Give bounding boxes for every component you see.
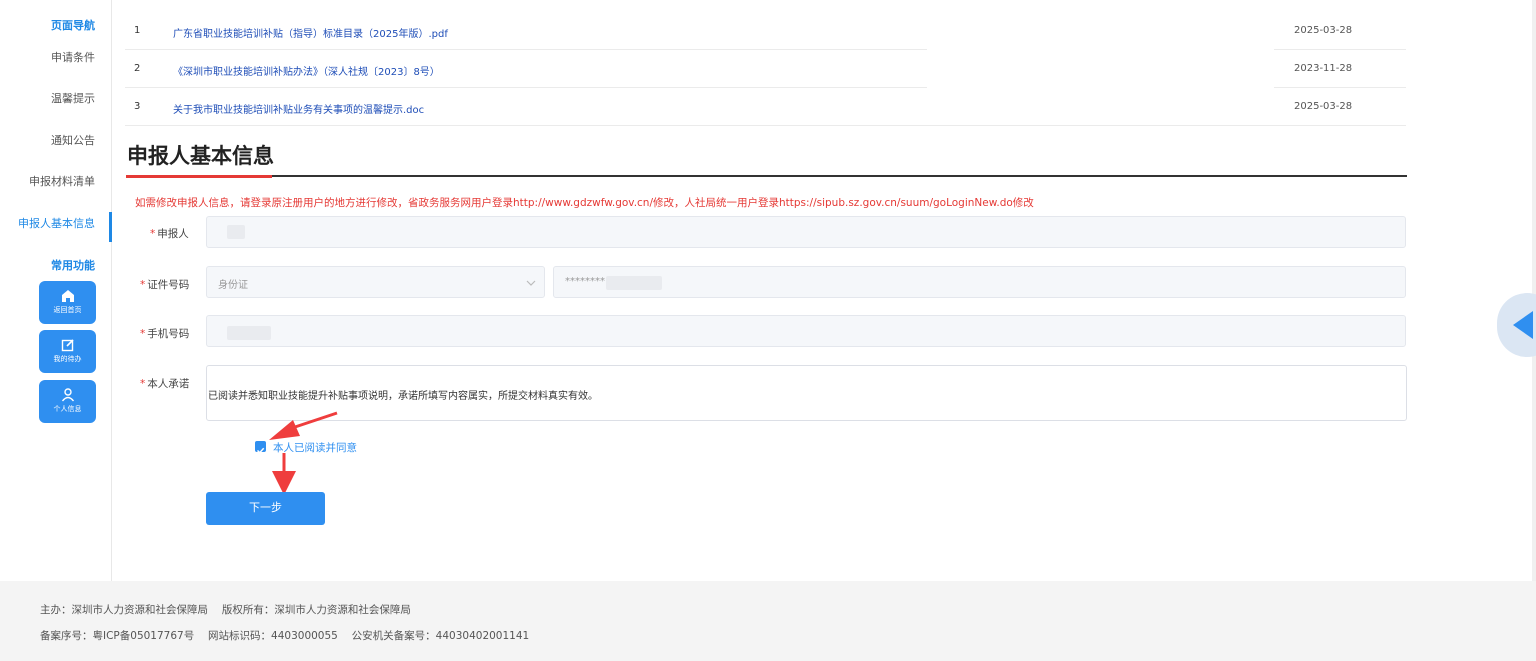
id-type-select[interactable]: 身份证 <box>206 266 545 298</box>
required-mark: * <box>140 328 146 340</box>
section-accent-line <box>126 175 272 178</box>
id-label: * 证件号码 <box>140 277 189 292</box>
collapse-side-tab[interactable] <box>1497 293 1536 357</box>
required-mark: * <box>150 228 156 240</box>
required-mark: * <box>140 279 146 291</box>
personal-info-button[interactable]: 个人信息 <box>39 380 96 423</box>
id-label-text: 证件号码 <box>147 279 190 291</box>
document-row: 3 关于我市职业技能培训补贴业务有关事项的温馨提示.doc 2025-03-28 <box>125 88 1406 126</box>
home-button-label: 返回首页 <box>53 306 82 314</box>
section-title: 申报人基本信息 <box>127 144 274 168</box>
footer-line-2: 备案序号：粤ICP备05017767号 网站标识码：4403000055 公安机… <box>40 630 530 642</box>
common-heading: 常用功能 <box>51 259 95 272</box>
doc-date: 2025-03-28 <box>1294 101 1353 112</box>
scrollbar[interactable] <box>1532 0 1536 581</box>
my-todo-button[interactable]: 我的待办 <box>39 330 96 373</box>
promise-textarea[interactable]: 已阅读并悉知职业技能提升补贴事项说明，承诺所填写内容属实，所提交材料真实有效。 <box>206 365 1407 421</box>
sidebar-nav: 页面导航 申请条件 温馨提示 通知公告 申报材料清单 申报人基本信息 常用功能 … <box>0 0 112 581</box>
doc-link[interactable]: 关于我市职业技能培训补贴业务有关事项的温馨提示.doc <box>173 101 424 116</box>
my-todo-label: 我的待办 <box>53 355 82 363</box>
applicant-label-text: 申报人 <box>157 228 189 240</box>
doc-link[interactable]: 《深圳市职业技能培训补贴办法》（深人社规〔2023〕8号） <box>173 63 440 78</box>
phone-field[interactable] <box>206 315 1406 347</box>
promise-label-text: 本人承诺 <box>147 378 190 390</box>
nav-heading: 页面导航 <box>51 19 95 32</box>
redacted-value <box>606 276 662 290</box>
row-divider <box>125 125 1406 126</box>
doc-link[interactable]: 广东省职业技能培训补贴（指导）标准目录（2025年版）.pdf <box>173 25 448 40</box>
phone-label: * 手机号码 <box>140 326 189 341</box>
next-step-button[interactable]: 下一步 <box>206 492 325 525</box>
redacted-value <box>227 225 245 239</box>
redacted-value <box>227 326 271 340</box>
home-button[interactable]: 返回首页 <box>39 281 96 324</box>
id-number-masked: ******** <box>565 276 605 287</box>
sidebar-item-conditions[interactable]: 申请条件 <box>51 49 95 65</box>
doc-number: 3 <box>134 101 141 112</box>
home-icon <box>61 290 74 302</box>
applicant-field[interactable] <box>206 216 1406 248</box>
check-icon <box>256 447 265 454</box>
active-indicator <box>109 212 112 242</box>
chevron-down-icon <box>526 280 536 286</box>
document-row: 1 广东省职业技能培训补贴（指导）标准目录（2025年版）.pdf 2025-0… <box>125 12 1406 50</box>
footer: 主办：深圳市人力资源和社会保障局 版权所有：深圳市人力资源和社会保障局 备案序号… <box>0 581 1536 661</box>
footer-line-1: 主办：深圳市人力资源和社会保障局 版权所有：深圳市人力资源和社会保障局 <box>40 604 411 616</box>
doc-date: 2025-03-28 <box>1294 25 1353 36</box>
doc-date: 2023-11-28 <box>1294 63 1353 74</box>
doc-number: 1 <box>134 25 141 36</box>
required-mark: * <box>140 378 146 390</box>
applicant-label: * 申报人 <box>150 226 189 241</box>
sidebar-item-tips[interactable]: 温馨提示 <box>51 90 95 106</box>
annotation-arrow-icon <box>269 411 338 440</box>
modify-info-notice: 如需修改申报人信息，请登录原注册用户的地方进行修改，省政务服务网用户登录http… <box>135 197 1034 209</box>
promise-label: * 本人承诺 <box>140 376 189 391</box>
annotation-arrow-icon <box>272 453 296 495</box>
document-row: 2 《深圳市职业技能培训补贴办法》（深人社规〔2023〕8号） 2023-11-… <box>125 50 1406 88</box>
phone-label-text: 手机号码 <box>147 328 190 340</box>
section-divider <box>126 175 1407 177</box>
id-type-value: 身份证 <box>218 280 248 291</box>
sidebar-item-applicant-info[interactable]: 申报人基本信息 <box>18 215 95 231</box>
agree-checkbox[interactable] <box>255 441 266 454</box>
id-number-field[interactable]: ******** <box>553 266 1406 298</box>
personal-info-label: 个人信息 <box>53 405 82 413</box>
triangle-left-icon <box>1513 311 1533 339</box>
user-icon <box>61 388 74 402</box>
sidebar-item-materials[interactable]: 申报材料清单 <box>29 173 95 189</box>
doc-number: 2 <box>134 63 141 74</box>
edit-icon <box>61 339 74 352</box>
sidebar-item-notices[interactable]: 通知公告 <box>51 132 95 148</box>
